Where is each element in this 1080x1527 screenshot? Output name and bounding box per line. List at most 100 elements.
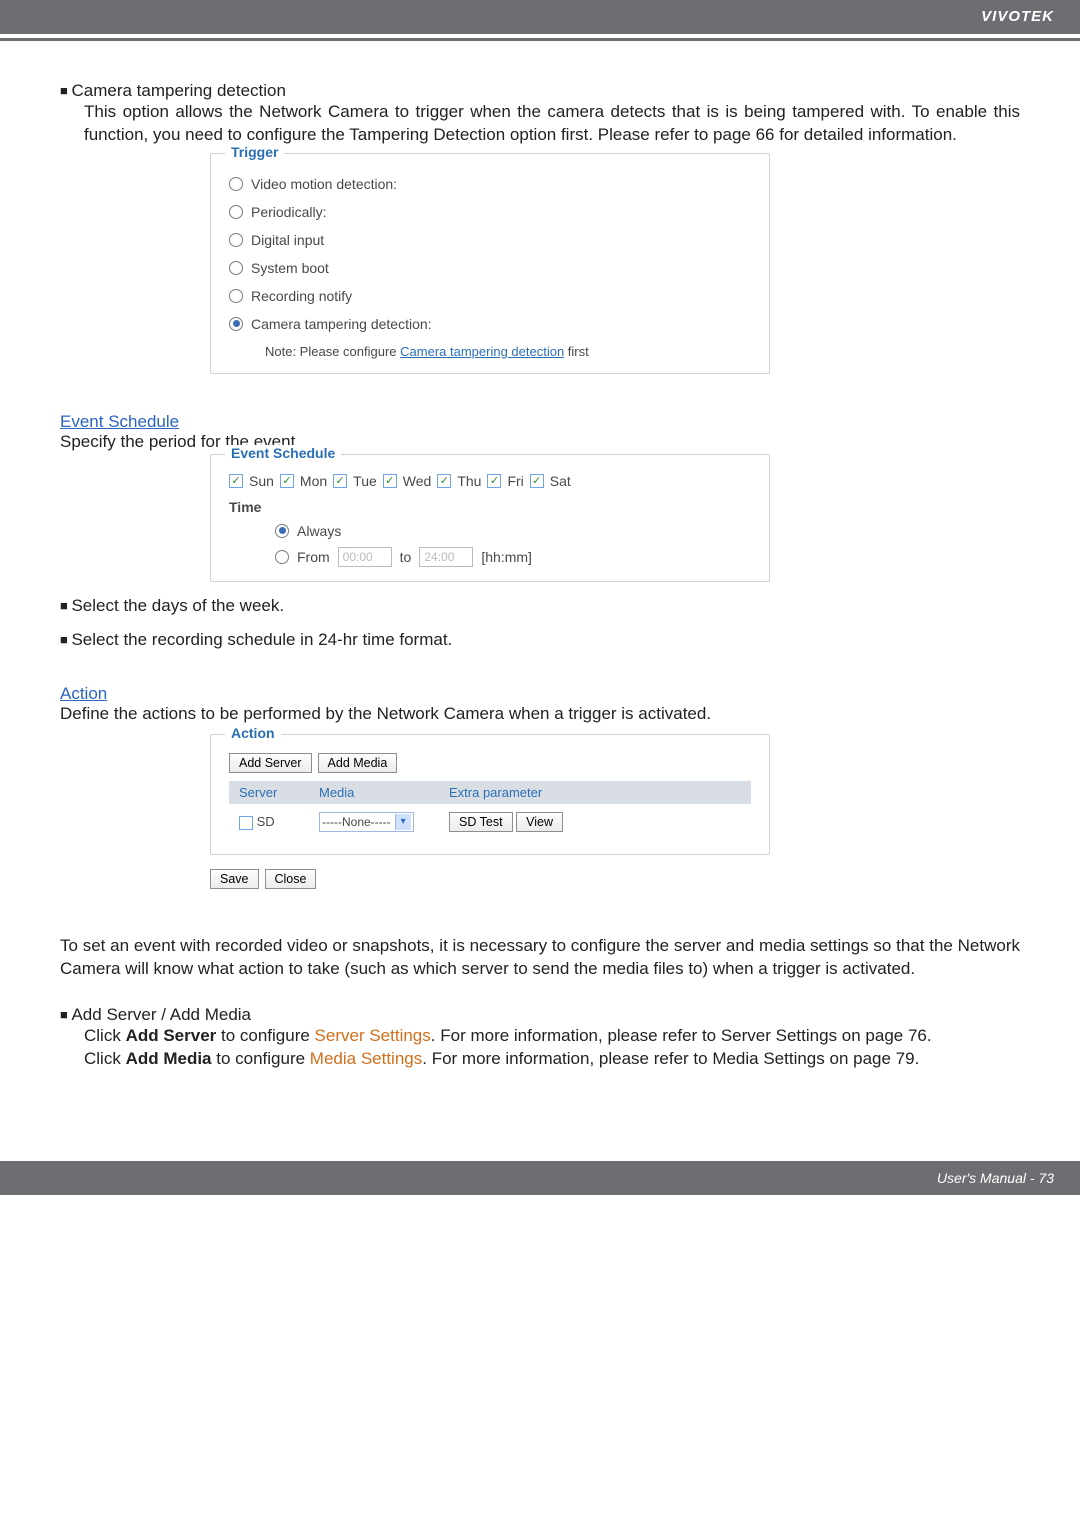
- day-label: Sat: [550, 473, 571, 489]
- schedule-bullets-2: Select the recording schedule in 24-hr t…: [60, 630, 1020, 650]
- schedule-fieldset: Event Schedule ✓Sun ✓Mon ✓Tue ✓Wed ✓Thu …: [210, 454, 770, 582]
- radio-icon: [229, 261, 243, 275]
- add-media-line: Click Add Media to configure Media Setti…: [84, 1048, 1020, 1071]
- th-extra: Extra parameter: [439, 781, 751, 804]
- trigger-opt-label: Recording notify: [251, 288, 352, 304]
- txt: Click: [84, 1026, 126, 1045]
- txt: to configure: [216, 1026, 314, 1045]
- day-label: Wed: [403, 473, 432, 489]
- days-row: ✓ Sun ✓ Mon ✓ Tue ✓ Wed ✓ Thu ✓ Fri ✓ Sat: [229, 473, 751, 489]
- trigger-panel-wrap: Trigger Video motion detection: Periodic…: [210, 153, 770, 374]
- chevron-down-icon: ▾: [395, 814, 411, 830]
- trigger-opt-periodically[interactable]: Periodically:: [229, 204, 751, 220]
- checkbox-tue[interactable]: ✓: [333, 474, 347, 488]
- sd-test-button[interactable]: SD Test: [449, 812, 513, 832]
- schedule-bullet-2: Select the recording schedule in 24-hr t…: [71, 630, 452, 649]
- media-select[interactable]: -----None----- ▾: [319, 812, 414, 832]
- txt: . For more information, please refer to …: [431, 1026, 932, 1045]
- footer-text: User's Manual - 73: [937, 1170, 1054, 1186]
- add-media-bold: Add Media: [126, 1049, 212, 1068]
- trigger-opt-digital-input[interactable]: Digital input: [229, 232, 751, 248]
- radio-icon: [229, 289, 243, 303]
- close-button[interactable]: Close: [265, 869, 317, 889]
- add-server-bold: Add Server: [126, 1026, 217, 1045]
- trigger-note-prefix: Note: Please configure: [265, 344, 400, 359]
- add-media-button[interactable]: Add Media: [318, 753, 398, 773]
- trigger-opt-video-motion[interactable]: Video motion detection:: [229, 176, 751, 192]
- page-body: Camera tampering detection This option a…: [0, 41, 1080, 1091]
- schedule-panel-wrap: Event Schedule ✓Sun ✓Mon ✓Tue ✓Wed ✓Thu …: [210, 454, 770, 582]
- from-time-input[interactable]: [338, 547, 392, 567]
- checkbox-fri[interactable]: ✓: [487, 474, 501, 488]
- trigger-opt-label: Video motion detection:: [251, 176, 397, 192]
- to-word: to: [400, 549, 412, 565]
- page-header: VIVOTEK: [0, 0, 1080, 34]
- radio-icon: [229, 177, 243, 191]
- trigger-opt-label: Periodically:: [251, 204, 326, 220]
- config-paragraph: To set an event with recorded video or s…: [60, 935, 1020, 981]
- media-select-value: -----None-----: [322, 815, 391, 829]
- trigger-opt-recording-notify[interactable]: Recording notify: [229, 288, 751, 304]
- view-button[interactable]: View: [516, 812, 563, 832]
- brand-label: VIVOTEK: [981, 8, 1054, 25]
- trigger-opt-label: Camera tampering detection:: [251, 316, 432, 332]
- time-label: Time: [229, 499, 751, 515]
- sd-label: SD: [257, 814, 275, 829]
- save-close-row: Save Close: [210, 869, 1020, 889]
- server-settings-link[interactable]: Server Settings: [315, 1026, 431, 1045]
- from-label: From: [297, 549, 330, 565]
- save-button[interactable]: Save: [210, 869, 259, 889]
- hhmm-hint: [hh:mm]: [481, 549, 532, 565]
- page-footer: User's Manual - 73: [0, 1161, 1080, 1195]
- trigger-opt-system-boot[interactable]: System boot: [229, 260, 751, 276]
- day-label: Sun: [249, 473, 274, 489]
- schedule-bullet-1: Select the days of the week.: [71, 596, 284, 615]
- radio-icon: [229, 233, 243, 247]
- checkbox-mon[interactable]: ✓: [280, 474, 294, 488]
- trigger-legend: Trigger: [225, 144, 284, 160]
- day-label: Fri: [507, 473, 523, 489]
- time-opt-from[interactable]: From to [hh:mm]: [275, 547, 751, 567]
- day-label: Mon: [300, 473, 327, 489]
- time-opt-always[interactable]: Always: [275, 523, 751, 539]
- action-panel-wrap: Action Add Server Add Media Server Media…: [210, 734, 770, 855]
- checkbox-sat[interactable]: ✓: [530, 474, 544, 488]
- action-intro: Define the actions to be performed by th…: [60, 704, 1020, 724]
- radio-icon: [275, 550, 289, 564]
- add-server-button[interactable]: Add Server: [229, 753, 312, 773]
- trigger-note: Note: Please configure Camera tampering …: [265, 344, 751, 359]
- radio-icon-selected: [275, 524, 289, 538]
- th-server: Server: [229, 781, 309, 804]
- schedule-intro: Specify the period for the event.: [60, 432, 1020, 452]
- radio-icon: [229, 205, 243, 219]
- tamper-title: Camera tampering detection: [71, 81, 286, 100]
- trigger-opt-camera-tampering[interactable]: Camera tampering detection:: [229, 316, 751, 332]
- day-label: Thu: [457, 473, 481, 489]
- schedule-heading: Event Schedule: [60, 412, 1020, 432]
- txt: to configure: [212, 1049, 310, 1068]
- day-label: Tue: [353, 473, 377, 489]
- to-time-input[interactable]: [419, 547, 473, 567]
- trigger-opt-label: System boot: [251, 260, 329, 276]
- action-legend: Action: [225, 725, 281, 741]
- section-tamper: Camera tampering detection This option a…: [60, 81, 1020, 147]
- add-server-media-section: Add Server / Add Media Click Add Server …: [60, 1005, 1020, 1071]
- checkbox-wed[interactable]: ✓: [383, 474, 397, 488]
- txt: . For more information, please refer to …: [422, 1049, 919, 1068]
- add-server-line: Click Add Server to configure Server Set…: [84, 1025, 1020, 1048]
- action-fieldset: Action Add Server Add Media Server Media…: [210, 734, 770, 855]
- checkbox-sun[interactable]: ✓: [229, 474, 243, 488]
- sd-checkbox[interactable]: ✓: [239, 816, 253, 830]
- checkbox-thu[interactable]: ✓: [437, 474, 451, 488]
- table-row: ✓ SD -----None----- ▾ SD Test View: [229, 804, 751, 840]
- radio-icon-selected: [229, 317, 243, 331]
- add-server-media-title: Add Server / Add Media: [71, 1005, 251, 1024]
- schedule-legend: Event Schedule: [225, 445, 341, 461]
- th-media: Media: [309, 781, 439, 804]
- trigger-opt-label: Digital input: [251, 232, 324, 248]
- always-label: Always: [297, 523, 341, 539]
- action-table: Server Media Extra parameter ✓ SD ----: [229, 781, 751, 840]
- camera-tampering-link[interactable]: Camera tampering detection: [400, 344, 564, 359]
- action-heading: Action: [60, 684, 1020, 704]
- media-settings-link[interactable]: Media Settings: [310, 1049, 422, 1068]
